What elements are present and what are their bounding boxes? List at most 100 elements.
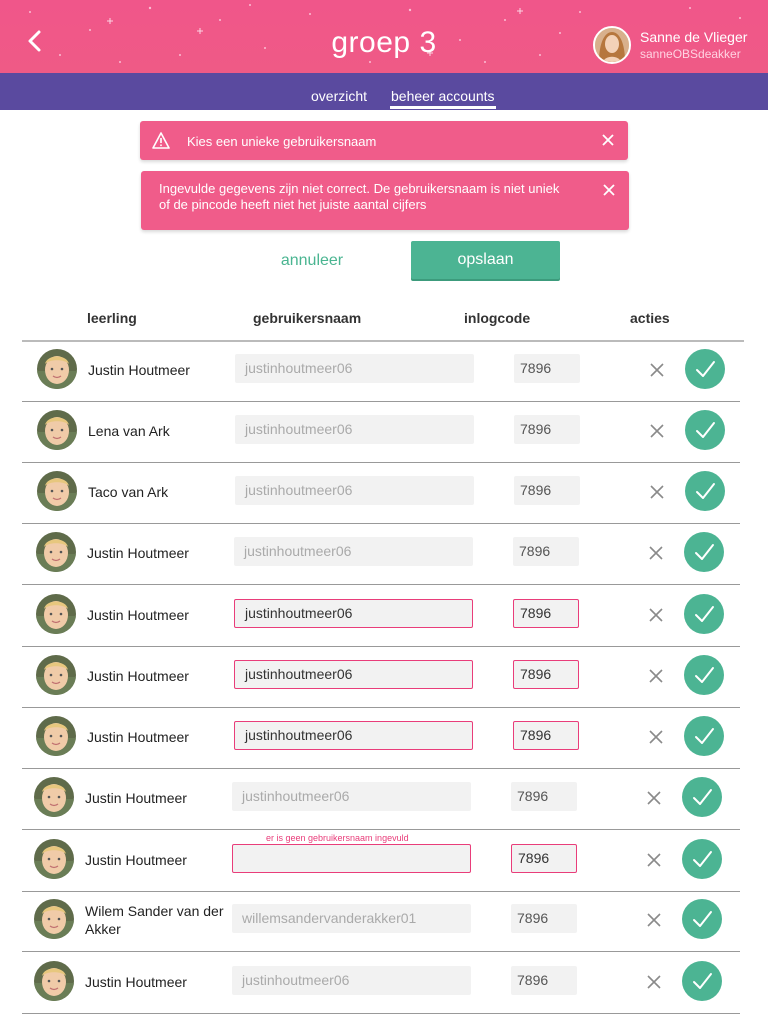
username-input[interactable]: willemsandervanderakker01: [232, 904, 471, 933]
pincode-input[interactable]: 7896: [514, 415, 580, 444]
alert-close-button[interactable]: [602, 134, 614, 149]
username-input[interactable]: [232, 844, 471, 873]
column-header-inlogcode: inlogcode: [464, 310, 531, 326]
pincode-input[interactable]: 7896: [511, 904, 577, 933]
student-name: Justin Houtmeer: [85, 790, 187, 806]
confirm-button[interactable]: [682, 899, 722, 939]
student-name: Wilem Sander van der Akker: [85, 903, 224, 937]
check-icon: [693, 973, 712, 989]
check-icon: [693, 789, 712, 805]
cancel-button[interactable]: annuleer: [270, 252, 354, 274]
confirm-button[interactable]: [685, 410, 725, 450]
check-icon: [696, 422, 715, 438]
remove-button[interactable]: [650, 424, 666, 440]
username-input[interactable]: justinhoutmeer06: [234, 721, 473, 750]
table-row: Justin Houtmeer justinhoutmeer06 7896: [22, 708, 740, 769]
alert-close-button[interactable]: [603, 184, 615, 199]
user-avatar[interactable]: [593, 26, 631, 64]
remove-button[interactable]: [647, 913, 663, 929]
username-error-message: er is geen gebruikersnaam ingevuld: [266, 833, 409, 843]
pincode-input[interactable]: 7896: [513, 660, 579, 689]
remove-button[interactable]: [649, 608, 665, 624]
student-avatar: [36, 655, 76, 695]
confirm-button[interactable]: [684, 655, 724, 695]
pincode-input[interactable]: 7896: [513, 599, 579, 628]
confirm-button[interactable]: [684, 716, 724, 756]
table-row: Justin Houtmeer justinhoutmeer06 7896: [22, 953, 740, 1014]
confirm-button[interactable]: [684, 594, 724, 634]
close-icon: [647, 913, 661, 927]
username-input[interactable]: justinhoutmeer06: [235, 415, 474, 444]
confirm-button[interactable]: [685, 471, 725, 511]
student-name: Justin Houtmeer: [85, 852, 187, 868]
pincode-input[interactable]: 7896: [513, 537, 579, 566]
username-input[interactable]: justinhoutmeer06: [235, 476, 474, 505]
username-input[interactable]: justinhoutmeer06: [234, 599, 473, 628]
tab-beheer-accounts[interactable]: beheer accounts: [391, 88, 495, 104]
remove-button[interactable]: [647, 975, 663, 991]
close-icon: [649, 546, 663, 560]
check-icon: [693, 851, 712, 867]
remove-button[interactable]: [647, 791, 663, 807]
close-icon: [647, 975, 661, 989]
close-icon: [647, 791, 661, 805]
username-input[interactable]: justinhoutmeer06: [234, 660, 473, 689]
save-button[interactable]: opslaan: [411, 241, 560, 279]
tab-overzicht[interactable]: overzicht: [311, 88, 367, 104]
pincode-input[interactable]: 7896: [511, 844, 577, 873]
warning-icon: [152, 132, 170, 149]
close-icon: [650, 424, 664, 438]
check-icon: [695, 667, 714, 683]
pincode-input[interactable]: 7896: [511, 782, 577, 811]
student-name: Lena van Ark: [88, 423, 170, 439]
remove-button[interactable]: [649, 546, 665, 562]
username-input[interactable]: justinhoutmeer06: [235, 354, 474, 383]
student-avatar: [37, 410, 77, 450]
username-input[interactable]: justinhoutmeer06: [234, 537, 473, 566]
pincode-input[interactable]: 7896: [514, 476, 580, 505]
table-row: Justin Houtmeer justinhoutmeer06 7896: [22, 524, 740, 585]
student-avatar: [34, 839, 74, 879]
confirm-button[interactable]: [682, 839, 722, 879]
remove-button[interactable]: [647, 853, 663, 869]
table-row: Wilem Sander van der Akker willemsanderva…: [22, 891, 740, 952]
remove-button[interactable]: [650, 485, 666, 501]
table-row: Justin Houtmeer justinhoutmeer06 7896: [22, 586, 740, 647]
user-name: Sanne de Vlieger: [640, 29, 748, 45]
username-input[interactable]: justinhoutmeer06: [232, 966, 471, 995]
check-icon: [695, 606, 714, 622]
close-icon: [650, 485, 664, 499]
check-icon: [693, 911, 712, 927]
student-avatar: [36, 594, 76, 634]
table-row: Justin Houtmeer er is geen gebruikersnaam…: [22, 831, 740, 892]
confirm-button[interactable]: [682, 961, 722, 1001]
student-avatar: [36, 716, 76, 756]
pincode-input[interactable]: 7896: [511, 966, 577, 995]
close-icon: [649, 669, 663, 683]
remove-button[interactable]: [650, 363, 666, 379]
username-input[interactable]: justinhoutmeer06: [232, 782, 471, 811]
check-icon: [695, 728, 714, 744]
user-avatar-image: [595, 28, 629, 62]
user-school: sanneOBSdeakker: [640, 47, 741, 61]
student-name: Taco van Ark: [88, 484, 169, 500]
remove-button[interactable]: [649, 669, 665, 685]
pincode-input[interactable]: 7896: [513, 721, 579, 750]
alert-invalid-data: Ingevulde gegevens zijn niet correct. De…: [141, 171, 629, 230]
confirm-button[interactable]: [684, 532, 724, 572]
pincode-input[interactable]: 7896: [514, 354, 580, 383]
close-icon: [650, 363, 664, 377]
remove-button[interactable]: [649, 730, 665, 746]
column-header-gebruikersnaam: gebruikersnaam: [253, 310, 362, 326]
confirm-button[interactable]: [682, 777, 722, 817]
close-icon: [603, 184, 615, 196]
student-name: Justin Houtmeer: [87, 607, 189, 623]
alert-text: Kies een unieke gebruikersnaam: [187, 134, 377, 149]
confirm-button[interactable]: [685, 349, 725, 389]
check-icon: [695, 544, 714, 560]
table-row: Lena van Ark justinhoutmeer06 7896: [22, 402, 740, 463]
table-row: Taco van Ark justinhoutmeer06 7896: [22, 463, 740, 524]
student-name: Justin Houtmeer: [87, 668, 189, 684]
table-row: Justin Houtmeer justinhoutmeer06 7896: [22, 341, 740, 402]
close-icon: [649, 730, 663, 744]
